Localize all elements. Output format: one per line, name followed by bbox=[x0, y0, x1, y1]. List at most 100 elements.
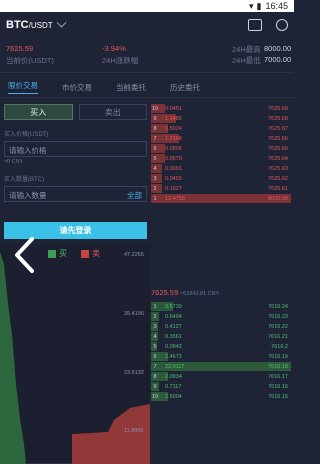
ask-row[interactable]: 7 1.2168 7625.66 bbox=[151, 134, 291, 143]
pair-header: BTC/USDT bbox=[0, 12, 294, 38]
order-form: 买入 卖出 买入价格(USDT) 请输入价格 ≈0 CNY 买入数量(BTC) … bbox=[4, 104, 147, 202]
bid-row-qty: 0.7117 bbox=[165, 383, 182, 390]
bid-row-qty: 22.0117 bbox=[165, 363, 185, 370]
ask-row[interactable]: 1 13.4755 8000.00 bbox=[151, 194, 291, 203]
ask-row-qty: 0.5024 bbox=[165, 125, 182, 132]
bid-book: 1 3.5739 7616.24 2 0.6494 7616.23 3 0.4127 7616.… bbox=[151, 302, 291, 402]
ask-row[interactable]: 3 0.0455 7625.62 bbox=[151, 174, 291, 183]
depth-legend: 买 卖 bbox=[48, 248, 100, 259]
ask-row-price: 7625.66 bbox=[268, 135, 288, 142]
all-button[interactable]: 全部 bbox=[127, 190, 142, 201]
price-input[interactable]: 请输入价格 bbox=[4, 141, 147, 157]
wifi-icon: ▾ bbox=[248, 0, 254, 11]
high-label: 24H最高 bbox=[232, 45, 261, 54]
bid-row-index: 10 bbox=[151, 393, 159, 400]
bid-row-index: 5 bbox=[153, 343, 157, 350]
bid-row-price: 7616.19 bbox=[268, 353, 288, 360]
bid-row[interactable]: 3 0.4127 7616.22 bbox=[151, 322, 291, 331]
ask-row-index: 10 bbox=[151, 105, 159, 112]
bid-row[interactable]: 9 0.7117 7616.16 bbox=[151, 382, 291, 391]
legend-sell-label: 卖 bbox=[92, 249, 100, 258]
mid-price-cny: ≈53843.81 CNY bbox=[180, 291, 220, 297]
amount-placeholder: 请输入数量 bbox=[9, 191, 47, 200]
order-tabs: 限价交易 市价交易 当前委托 历史委托 bbox=[0, 78, 294, 96]
ask-row[interactable]: 8 0.5024 7625.67 bbox=[151, 124, 291, 133]
low-value: 7000.00 bbox=[264, 55, 292, 64]
buy-button[interactable]: 买入 bbox=[4, 104, 73, 120]
bid-row-qty: 3.5739 bbox=[165, 303, 182, 310]
ask-row-index: 9 bbox=[153, 115, 157, 122]
ask-row[interactable]: 9 1.3485 7625.68 bbox=[151, 114, 291, 123]
bid-row[interactable]: 8 2.0934 7616.17 bbox=[151, 372, 291, 381]
last-price: 7625.59 bbox=[6, 44, 34, 53]
bid-row-price: 7616.24 bbox=[268, 303, 288, 310]
tab-market[interactable]: 市价交易 bbox=[62, 82, 92, 93]
ask-row-index: 2 bbox=[153, 185, 157, 192]
bid-row-index: 6 bbox=[153, 353, 157, 360]
ask-row-price: 7625.67 bbox=[268, 125, 288, 132]
bid-row-price: 7616.16 bbox=[268, 383, 288, 390]
change-label: 24H涨跌幅 bbox=[102, 56, 139, 65]
ask-row[interactable]: 2 0.1027 7625.61 bbox=[151, 184, 291, 193]
ask-row-price: 7625.68 bbox=[268, 115, 288, 122]
back-arrow-icon[interactable] bbox=[12, 236, 38, 274]
ask-row[interactable]: 6 0.0806 7625.65 bbox=[151, 144, 291, 153]
chevron-down-icon[interactable] bbox=[56, 17, 67, 28]
ask-row[interactable]: 4 0.0091 7625.63 bbox=[151, 164, 291, 173]
bid-row[interactable]: 6 2.4672 7616.19 bbox=[151, 352, 291, 361]
ask-row-index: 6 bbox=[153, 145, 157, 152]
divider bbox=[0, 97, 294, 98]
pair-base: BTC bbox=[6, 19, 29, 31]
ask-row-price: 7625.64 bbox=[268, 155, 288, 162]
axis-tick: 47.2265 bbox=[124, 252, 144, 258]
favorite-icon[interactable] bbox=[276, 19, 288, 31]
bid-row-qty: 0.6494 bbox=[165, 313, 182, 320]
bid-row-index: 3 bbox=[153, 323, 157, 330]
bid-row-qty: 0.4127 bbox=[165, 323, 182, 330]
bid-row[interactable]: 1 3.5739 7616.24 bbox=[151, 302, 291, 311]
ask-list: 10 0.0451 7625.69 9 1.3485 7625.68 8 0.5024 7625… bbox=[151, 104, 291, 203]
bid-row-index: 2 bbox=[153, 313, 157, 320]
axis-tick: 11.8066 bbox=[124, 428, 144, 434]
pair-quote: /USDT bbox=[28, 21, 53, 30]
bid-row[interactable]: 7 22.0117 7616.18 bbox=[151, 362, 291, 371]
bid-row-index: 9 bbox=[153, 383, 157, 390]
bid-row[interactable]: 10 2.6004 7616.15 bbox=[151, 392, 291, 401]
tab-limit[interactable]: 限价交易 bbox=[8, 80, 38, 94]
last-price-label: 当前价(USDT) bbox=[6, 56, 54, 65]
divider bbox=[0, 72, 294, 73]
ask-row-qty: 0.0806 bbox=[165, 145, 182, 152]
tab-open-orders[interactable]: 当前委托 bbox=[116, 82, 146, 93]
bid-row-index: 8 bbox=[153, 373, 157, 380]
bid-row-index: 1 bbox=[153, 303, 157, 310]
status-time: 16:45 bbox=[265, 1, 288, 11]
amount-input[interactable]: 请输入数量 全部 bbox=[4, 186, 147, 202]
ask-row-price: 7625.63 bbox=[268, 165, 288, 172]
legend-buy-label: 买 bbox=[59, 249, 67, 258]
ask-row-qty: 0.1027 bbox=[165, 185, 182, 192]
legend-sell: 卖 bbox=[81, 248, 100, 259]
ask-row-index: 8 bbox=[153, 125, 157, 132]
chart-icon[interactable] bbox=[248, 19, 262, 31]
pair-selector[interactable]: BTC/USDT bbox=[6, 19, 53, 31]
bid-row[interactable]: 4 0.3561 7616.21 bbox=[151, 332, 291, 341]
mid-price: 7625.59 ≈53843.81 CNY bbox=[151, 288, 219, 297]
price-placeholder: 请输入价格 bbox=[9, 146, 47, 155]
bid-row[interactable]: 2 0.6494 7616.23 bbox=[151, 312, 291, 321]
amount-label: 买入数量(BTC) bbox=[4, 177, 44, 183]
bid-row-price: 7616.18 bbox=[268, 363, 288, 370]
bid-row-qty: 2.0934 bbox=[165, 373, 182, 380]
tab-history[interactable]: 历史委托 bbox=[170, 82, 200, 93]
legend-buy-swatch bbox=[48, 249, 56, 258]
ask-row[interactable]: 5 0.0570 7625.64 bbox=[151, 154, 291, 163]
status-bar: ▾ ▮ 16:45 bbox=[0, 0, 294, 12]
ask-row-qty: 1.3485 bbox=[165, 115, 182, 122]
bid-row-price: 7616.15 bbox=[268, 393, 288, 400]
bid-row[interactable]: 5 0.0942 7616.2 bbox=[151, 342, 291, 351]
bid-row-price: 7616.17 bbox=[268, 373, 288, 380]
bid-row-index: 4 bbox=[153, 333, 157, 340]
bid-row-qty: 2.4672 bbox=[165, 353, 182, 360]
ask-row[interactable]: 10 0.0451 7625.69 bbox=[151, 104, 291, 113]
sell-button[interactable]: 卖出 bbox=[78, 104, 147, 120]
ask-row-price: 8000.00 bbox=[268, 195, 288, 202]
